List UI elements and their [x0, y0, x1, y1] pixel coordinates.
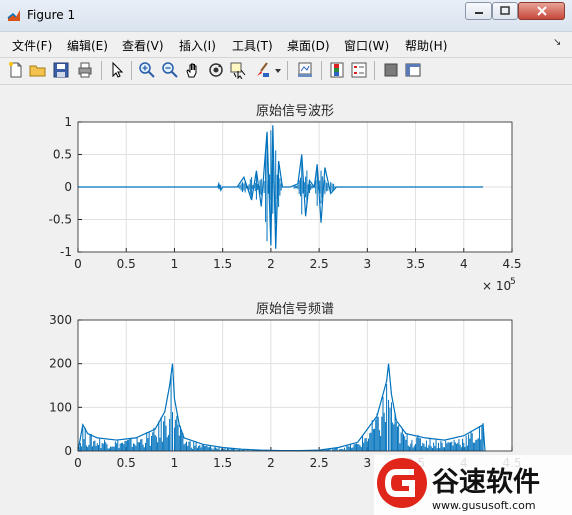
x-tick-label: 2: [267, 257, 275, 271]
x-tick-label: 4.5: [502, 257, 521, 271]
y-tick-label: 0.5: [53, 148, 72, 162]
insert-colorbar-icon[interactable]: [328, 61, 346, 79]
gususoft-watermark-logo: 谷速软件 www.gususoft.com: [374, 455, 572, 515]
pointer-icon[interactable]: [108, 61, 126, 79]
y-tick-label: -0.5: [49, 213, 72, 227]
x-tick-label: 3: [364, 456, 372, 470]
spectrum-axes[interactable]: 00.511.522.533.544.53002001000原始信号频谱: [49, 302, 521, 470]
axes-title: 原始信号频谱: [256, 302, 334, 317]
x-tick-label: 2.5: [310, 257, 329, 271]
toolbar-separator: [101, 61, 102, 80]
menu-file[interactable]: 文件(F): [12, 37, 52, 54]
y-tick-label: 1: [64, 115, 72, 129]
toolbar-separator: [131, 61, 132, 80]
toolbar-separator: [287, 61, 288, 80]
link-plot-icon[interactable]: [296, 61, 314, 79]
y-tick-label: 0: [64, 180, 72, 194]
maximize-button[interactable]: [492, 2, 518, 20]
title-bar: Figure 1: [0, 0, 572, 32]
show-plot-tools-icon[interactable]: [404, 61, 422, 79]
menu-desktop[interactable]: 桌面(D): [287, 37, 330, 54]
axes-background: [78, 320, 512, 451]
x-tick-label: 1.5: [213, 456, 232, 470]
minimize-icon: [474, 12, 483, 14]
figure-toolbar: [0, 57, 572, 85]
y-tick-label: 300: [49, 313, 72, 327]
menu-tools[interactable]: 工具(T): [232, 37, 273, 54]
y-tick-label: -1: [60, 245, 72, 259]
insert-legend-icon[interactable]: [350, 61, 368, 79]
watermark-brand: 谷速软件: [432, 467, 540, 498]
close-icon: [536, 6, 547, 16]
watermark-url: www.gususoft.com: [432, 499, 536, 512]
toolbar-separator: [321, 61, 322, 80]
open-file-icon[interactable]: [29, 61, 47, 79]
save-icon[interactable]: [52, 61, 70, 79]
toolbar-separator: [374, 61, 375, 80]
x-tick-label: 2.5: [310, 456, 329, 470]
rotate-3d-icon[interactable]: [207, 61, 225, 79]
print-icon[interactable]: [76, 61, 94, 79]
zoom-in-icon[interactable]: [138, 61, 156, 79]
x-tick-label: 0.5: [117, 257, 136, 271]
brush-icon[interactable]: [253, 61, 271, 79]
axes-title: 原始信号波形: [256, 104, 334, 119]
figure-canvas[interactable]: 0 0.5 1 1.5 2 2.5 3 3.5 4 4.5 1 0.5 0 -0.5 -1 原始信号波形 × 1…: [5, 87, 564, 509]
dropdown-arrow-icon[interactable]: [273, 61, 283, 79]
menu-bar: 文件(F) 编辑(E) 查看(V) 插入(I) 工具(T) 桌面(D) 窗口(W…: [0, 32, 572, 56]
window-title: Figure 1: [27, 8, 76, 22]
x-tick-label: 1: [171, 257, 179, 271]
x-tick-label: 0: [74, 257, 82, 271]
hide-plot-tools-icon[interactable]: [382, 61, 400, 79]
dock-arrow-icon[interactable]: ↘: [553, 37, 561, 48]
y-tick-label: 0: [64, 444, 72, 458]
y-tick-label: 100: [49, 400, 72, 414]
x-tick-label: 0: [74, 456, 82, 470]
menu-insert[interactable]: 插入(I): [179, 37, 216, 54]
y-tick-label: 200: [49, 357, 72, 371]
x-tick-label: 2: [267, 456, 275, 470]
menu-help[interactable]: 帮助(H): [405, 37, 447, 54]
data-cursor-icon[interactable]: [229, 61, 247, 79]
x-tick-label: 1: [171, 456, 179, 470]
x-tick-label: 3: [364, 257, 372, 271]
minimize-button[interactable]: [465, 2, 492, 20]
close-button[interactable]: [518, 2, 565, 20]
pan-hand-icon[interactable]: [184, 61, 202, 79]
menu-window[interactable]: 窗口(W): [344, 37, 389, 54]
menu-view[interactable]: 查看(V): [122, 37, 164, 54]
plots-svg: 0 0.5 1 1.5 2 2.5 3 3.5 4 4.5 1 0.5 0 -0.5 -1 原始信号波形 × 1…: [49, 104, 522, 470]
maximize-icon: [500, 6, 510, 15]
matlab-logo-icon: [7, 10, 20, 21]
x-tick-label: 1.5: [213, 257, 232, 271]
x-tick-label: 3.5: [406, 257, 425, 271]
new-figure-icon[interactable]: [7, 61, 25, 79]
zoom-out-icon[interactable]: [161, 61, 179, 79]
x-tick-label: 0.5: [117, 456, 136, 470]
x-tick-label: 4: [460, 257, 468, 271]
menu-edit[interactable]: 编辑(E): [67, 37, 108, 54]
x-exponent-label: × 10: [482, 279, 511, 293]
waveform-axes[interactable]: 0 0.5 1 1.5 2 2.5 3 3.5 4 4.5 1 0.5 0 -0.5 -1 原始信号波形 × 1…: [49, 104, 522, 293]
x-exponent-power: 5: [510, 277, 516, 287]
